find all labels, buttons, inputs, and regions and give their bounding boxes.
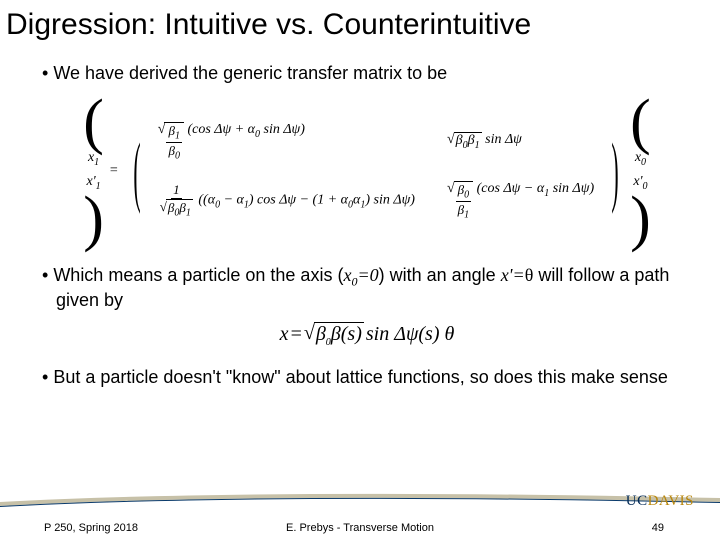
matrix-equation: ( x1 x'1 ) = ( √ β1β0 (cos Δψ + α0 sin Δ… bbox=[42, 95, 692, 248]
bullet-2: Which means a particle on the axis (x0=0… bbox=[42, 264, 692, 312]
page-number: 49 bbox=[652, 522, 664, 534]
m22: √ β0β1 (cos Δψ − α1 sin Δψ) bbox=[447, 181, 594, 220]
transfer-matrix: √ β1β0 (cos Δψ + α0 sin Δψ) √β0β1 sin Δψ… bbox=[152, 122, 600, 220]
m12: √β0β1 sin Δψ bbox=[447, 132, 594, 151]
footer-center: E. Prebys - Transverse Motion bbox=[286, 522, 434, 534]
slide-footer: UCDAVIS P 250, Spring 2018 E. Prebys - T… bbox=[0, 488, 720, 540]
equals-sign: = bbox=[106, 163, 122, 179]
swoosh-decoration bbox=[0, 484, 720, 510]
m21: 1√β0β1 ((α0 − α1) cos Δψ − (1 + α0α1) si… bbox=[158, 182, 415, 219]
page-title: Digression: Intuitive vs. Counterintuiti… bbox=[0, 0, 720, 54]
rhs-vector: ( x0 x'0 ) bbox=[630, 95, 651, 248]
footer-left: P 250, Spring 2018 bbox=[44, 522, 138, 534]
bullet-3: But a particle doesn't "know" about latt… bbox=[42, 366, 692, 389]
slide-content: We have derived the generic transfer mat… bbox=[0, 62, 720, 388]
lhs-vector: ( x1 x'1 ) bbox=[83, 95, 104, 248]
m11: √ β1β0 (cos Δψ + α0 sin Δψ) bbox=[158, 122, 415, 161]
matrix-lparen: ( bbox=[133, 136, 140, 206]
ucdavis-logo: UCDAVIS bbox=[626, 493, 694, 510]
bullet-1: We have derived the generic transfer mat… bbox=[42, 62, 692, 85]
path-equation: x = √β0β(s) sin Δψ(s) θ bbox=[42, 322, 692, 348]
matrix-rparen: ) bbox=[611, 136, 618, 206]
